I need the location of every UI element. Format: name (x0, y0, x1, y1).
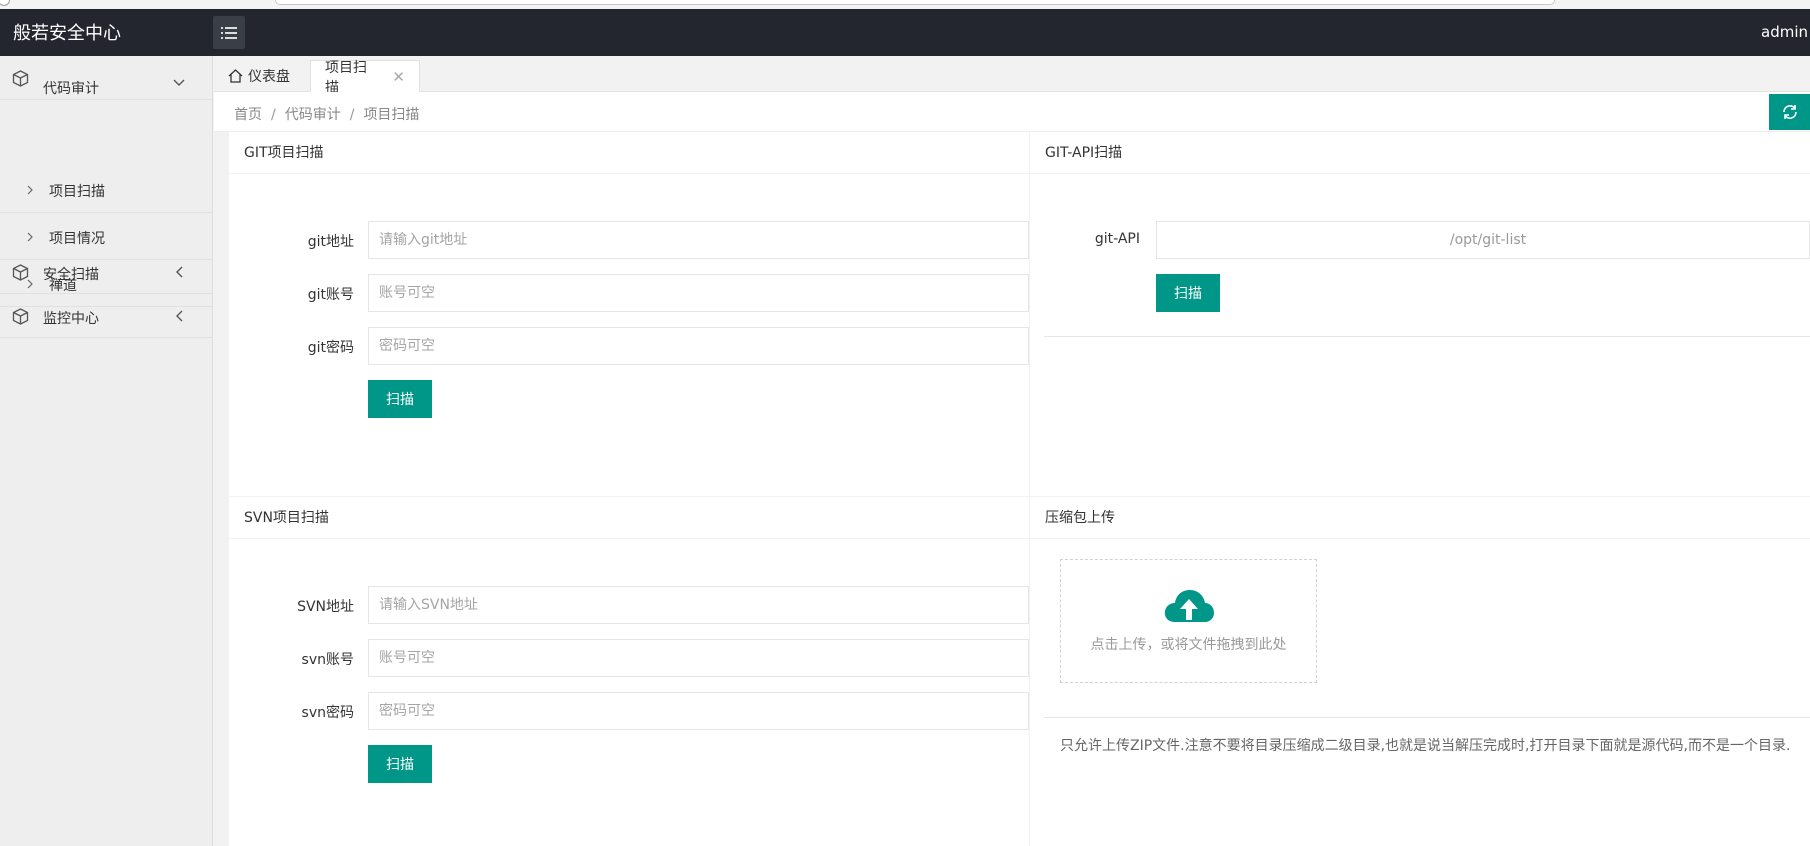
upload-hint-text: 点击上传，或将文件拖拽到此处 (1090, 637, 1287, 653)
home-icon (228, 69, 243, 83)
git-scan-card: GIT项目扫描 git地址 git账号 git密码 扫描 (229, 132, 1029, 496)
svn-password-input[interactable] (368, 692, 1029, 730)
field-label: svn密码 (301, 705, 354, 721)
chevron-left-icon (176, 310, 183, 322)
sidebar-item-label: 项目情况 (49, 231, 105, 247)
cube-icon (12, 308, 29, 325)
browser-button-icon[interactable] (0, 0, 10, 6)
git-account-input[interactable] (368, 274, 1029, 312)
git-scan-button[interactable]: 扫描 (368, 380, 432, 418)
tab-label: 项目扫描 (325, 59, 367, 96)
cube-icon (12, 264, 29, 281)
sidebar-item-project-scan[interactable]: 项目扫描 (0, 166, 213, 213)
chevron-right-icon (27, 232, 33, 242)
form-row: git-API (1030, 221, 1810, 259)
field-label: svn账号 (301, 652, 354, 668)
field-label: git地址 (307, 234, 354, 250)
card-title: GIT项目扫描 (229, 132, 1029, 174)
git-api-path-input[interactable] (1156, 221, 1810, 259)
breadcrumb-item-home[interactable]: 首页 (234, 107, 262, 123)
git-api-scan-card: GIT-API扫描 git-API 扫描 (1030, 132, 1810, 496)
tab-dashboard[interactable]: 仪表盘 (214, 60, 304, 92)
browser-address-strip (0, 0, 1810, 9)
sidebar-group-monitor-center[interactable]: 监控中心 (0, 294, 213, 338)
git-password-input[interactable] (368, 327, 1029, 365)
form-row: git账号 (229, 274, 1029, 312)
card-title: 压缩包上传 (1030, 497, 1810, 539)
breadcrumb-bar: 首页 / 代码审计 / 项目扫描 (214, 92, 1810, 132)
cloud-upload-icon (1164, 590, 1214, 622)
sidebar-group-security-scan[interactable]: 安全扫描 (0, 250, 213, 294)
field-label: git密码 (307, 340, 354, 356)
git-api-scan-button[interactable]: 扫描 (1156, 274, 1220, 312)
svn-scan-button[interactable]: 扫描 (368, 745, 432, 783)
chevron-left-icon (176, 266, 183, 278)
svn-url-input[interactable] (368, 586, 1029, 624)
card-title: GIT-API扫描 (1030, 132, 1810, 174)
field-label: SVN地址 (297, 599, 354, 615)
divider (1044, 336, 1810, 337)
form-row: SVN地址 (229, 586, 1029, 624)
field-label: git-API (1094, 231, 1140, 247)
upload-dropzone[interactable]: 点击上传，或将文件拖拽到此处 (1060, 559, 1317, 683)
field-label: git账号 (307, 287, 354, 303)
app-logo-title: 般若安全中心 (13, 23, 121, 44)
form-row: git密码 (229, 327, 1029, 365)
sidebar-item-label: 项目扫描 (49, 184, 105, 200)
tab-label: 仪表盘 (248, 69, 290, 85)
sidebar: 代码审计 项目扫描 项目情况 禅道 安全扫描 监控中心 (0, 56, 213, 846)
chevron-right-icon (27, 185, 33, 195)
form-row: git地址 (229, 221, 1029, 259)
upload-note: 只允许上传ZIP文件.注意不要将目录压缩成二级目录,也就是说当解压完成时,打开目… (1060, 738, 1791, 754)
divider (1044, 717, 1810, 718)
user-menu[interactable]: admin (1761, 23, 1808, 41)
browser-address-bar[interactable] (275, 0, 1555, 5)
close-icon[interactable]: ✕ (392, 68, 405, 86)
form-row: svn密码 (229, 692, 1029, 730)
zip-upload-card: 压缩包上传 点击上传，或将文件拖拽到此处 只允许上传ZIP文件.注意不要将目录压… (1030, 497, 1810, 846)
breadcrumb: 首页 / 代码审计 / 项目扫描 (234, 107, 420, 123)
breadcrumb-item-code-audit[interactable]: 代码审计 (285, 107, 341, 123)
sidebar-group-label: 监控中心 (43, 311, 99, 327)
menu-toggle-button[interactable] (213, 16, 245, 49)
top-header: 般若安全中心 admin (0, 9, 1810, 56)
refresh-button[interactable] (1769, 94, 1810, 130)
breadcrumb-item-project-scan: 项目扫描 (363, 107, 420, 123)
sidebar-group-code-audit[interactable]: 代码审计 (0, 56, 212, 100)
form-row: svn账号 (229, 639, 1029, 677)
tab-project-scan[interactable]: 项目扫描 ✕ (310, 60, 420, 96)
chevron-down-icon (173, 79, 185, 86)
list-menu-icon (221, 26, 237, 39)
main-content: GIT项目扫描 git地址 git账号 git密码 扫描 GIT-API扫描 g… (214, 132, 1810, 846)
svn-account-input[interactable] (368, 639, 1029, 677)
card-title: SVN项目扫描 (229, 497, 1029, 539)
svn-scan-card: SVN项目扫描 SVN地址 svn账号 svn密码 扫描 (229, 497, 1029, 846)
sidebar-group-label: 代码审计 (43, 81, 99, 97)
cube-icon (12, 70, 29, 87)
sidebar-group-label: 安全扫描 (43, 267, 99, 283)
tab-bar: 仪表盘 项目扫描 ✕ (214, 56, 1810, 96)
git-url-input[interactable] (368, 221, 1029, 259)
refresh-icon (1782, 105, 1797, 119)
